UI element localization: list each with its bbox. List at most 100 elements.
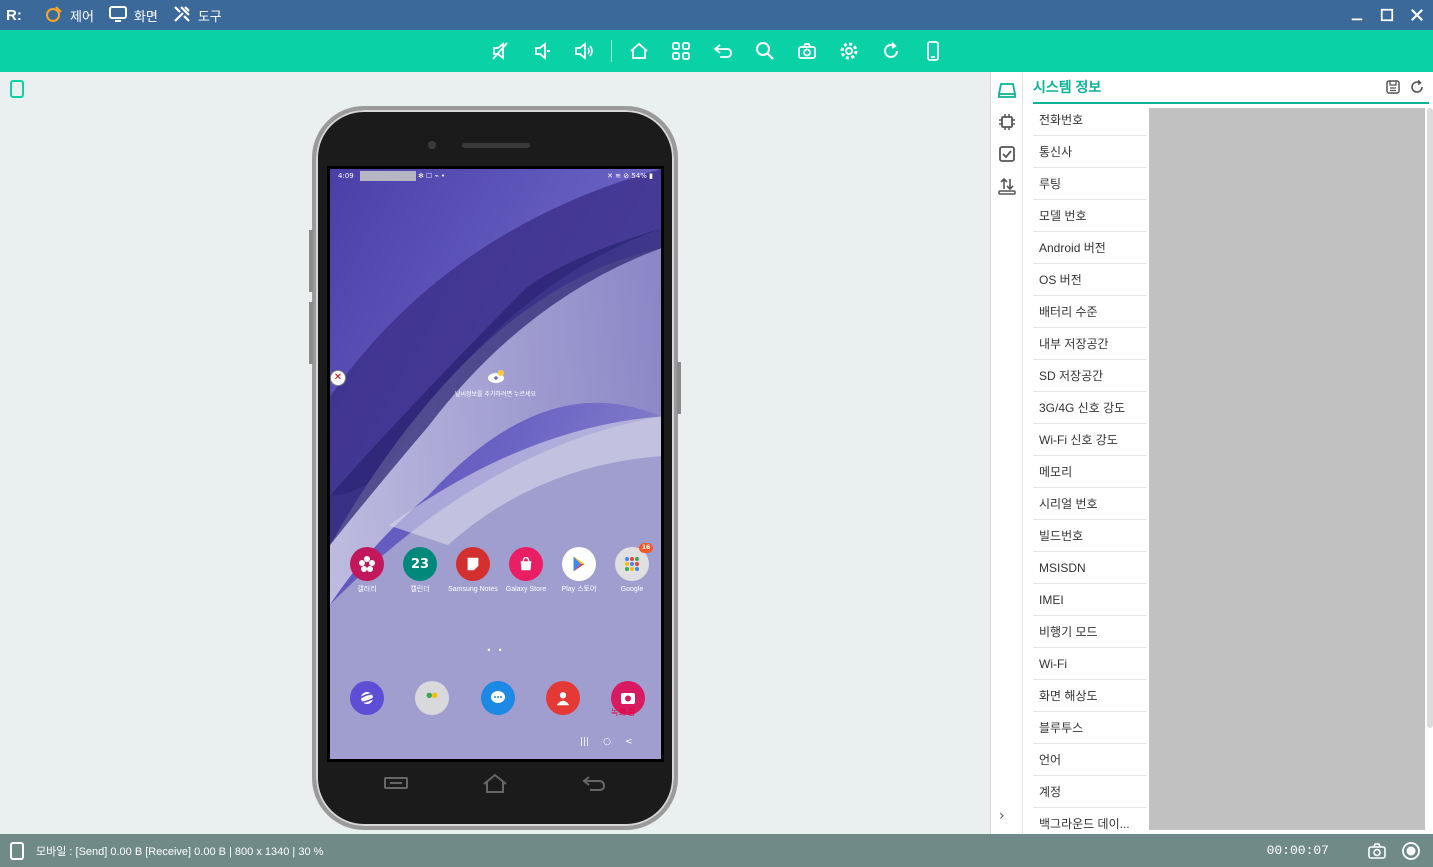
save-icon[interactable] bbox=[1385, 79, 1401, 95]
app-google-folder[interactable]: 16 Google bbox=[607, 543, 657, 595]
info-row[interactable]: 블루투스 bbox=[1033, 712, 1147, 744]
rail-cpu[interactable] bbox=[991, 106, 1023, 138]
phone-screen[interactable]: 4:09 ✻ ☐ ⌁ • ✕ ≋ ⊘ 54% ▮ 날씨정보를 추가하려면 누르세… bbox=[327, 166, 664, 762]
apps-button[interactable] bbox=[660, 30, 702, 72]
panel-header: 시스템 정보 bbox=[1033, 72, 1429, 104]
dock bbox=[350, 681, 645, 715]
close-icon[interactable] bbox=[1409, 7, 1425, 23]
refresh-icon[interactable] bbox=[1409, 79, 1425, 95]
store-bag-icon bbox=[509, 547, 543, 581]
device-frame-button[interactable] bbox=[912, 30, 954, 72]
info-row[interactable]: 내부 저장공간 bbox=[1033, 328, 1147, 360]
rotate-button[interactable] bbox=[870, 30, 912, 72]
info-row[interactable]: 3G/4G 신호 강도 bbox=[1033, 392, 1147, 424]
info-row[interactable]: 언어 bbox=[1033, 744, 1147, 776]
info-row[interactable]: 모델 번호 bbox=[1033, 200, 1147, 232]
menu-screen-label: 화면 bbox=[133, 8, 158, 24]
app-samsung-notes[interactable]: Samsung Notes bbox=[448, 547, 498, 595]
redacted-block bbox=[359, 171, 416, 181]
transfer-icon bbox=[998, 177, 1016, 195]
control-icon bbox=[44, 4, 64, 27]
calendar-date: 23 bbox=[410, 556, 430, 572]
app-calendar[interactable]: 23 캘린더 bbox=[395, 547, 445, 595]
weather-cloud-icon bbox=[486, 369, 506, 383]
vertical-scrollbar[interactable] bbox=[1427, 108, 1433, 728]
back-hw-icon[interactable] bbox=[580, 772, 608, 794]
app-label: 갤러리 bbox=[357, 586, 377, 593]
calendar-icon: 23 bbox=[403, 547, 437, 581]
app-logo: R: bbox=[6, 6, 22, 24]
session-timer: 00:00:07 bbox=[1266, 843, 1329, 858]
app-galaxy-store[interactable]: Galaxy Store bbox=[501, 547, 551, 595]
weather-text: 날씨정보를 추가하려면 누르세요 bbox=[454, 391, 537, 398]
info-row[interactable]: Wi-Fi 신호 강도 bbox=[1033, 424, 1147, 456]
rail-checklist[interactable] bbox=[991, 138, 1023, 170]
volume-down-button[interactable] bbox=[521, 30, 563, 72]
app-label: Play 스토어 bbox=[561, 586, 597, 593]
info-row[interactable]: 메모리 bbox=[1033, 456, 1147, 488]
search-button[interactable] bbox=[744, 30, 786, 72]
info-row[interactable]: 시리얼 번호 bbox=[1033, 488, 1147, 520]
mute-button[interactable] bbox=[479, 30, 521, 72]
internet-icon[interactable] bbox=[350, 681, 384, 715]
panel-icon-rail: › bbox=[991, 72, 1023, 834]
info-row[interactable]: OS 버전 bbox=[1033, 264, 1147, 296]
rail-transfer[interactable] bbox=[991, 170, 1023, 202]
app-play-store[interactable]: Play 스토어 bbox=[554, 547, 604, 595]
info-row[interactable]: 배터리 수준 bbox=[1033, 296, 1147, 328]
info-row[interactable]: 통신사 bbox=[1033, 136, 1147, 168]
screen-icon bbox=[108, 4, 128, 27]
volume-up-button[interactable] bbox=[563, 30, 605, 72]
menu-tools[interactable]: 도구 bbox=[172, 4, 222, 27]
volume-side-button bbox=[309, 230, 313, 292]
back-chevron-icon[interactable]: < bbox=[625, 737, 633, 747]
home-hw-icon[interactable] bbox=[481, 772, 509, 794]
app-gallery[interactable]: 갤러리 bbox=[342, 547, 392, 595]
info-row[interactable]: Android 버전 bbox=[1033, 232, 1147, 264]
settings-button[interactable] bbox=[828, 30, 870, 72]
chip-icon bbox=[999, 114, 1015, 130]
info-row[interactable]: 화면 해상도 bbox=[1033, 680, 1147, 712]
maximize-icon[interactable] bbox=[1379, 7, 1395, 23]
menu-control[interactable]: 제어 bbox=[44, 4, 94, 27]
earpiece bbox=[462, 143, 530, 148]
recent-apps-icon[interactable]: ||| bbox=[580, 737, 589, 747]
info-row[interactable]: Wi-Fi bbox=[1033, 648, 1147, 680]
camera-icon[interactable] bbox=[1367, 841, 1387, 861]
floating-close-button[interactable]: ✕ bbox=[330, 370, 346, 386]
info-row[interactable]: SD 저장공간 bbox=[1033, 360, 1147, 392]
title-bar: R: 제어 화면 도구 bbox=[0, 0, 1433, 30]
menu-screen[interactable]: 화면 bbox=[108, 4, 158, 27]
phone-frame: 4:09 ✻ ☐ ⌁ • ✕ ≋ ⊘ 54% ▮ 날씨정보를 추가하려면 누르세… bbox=[309, 106, 681, 830]
screenshot-button[interactable] bbox=[786, 30, 828, 72]
info-row[interactable]: 루팅 bbox=[1033, 168, 1147, 200]
rail-system-info[interactable] bbox=[991, 74, 1023, 106]
home-circle-icon[interactable]: ○ bbox=[603, 737, 611, 747]
drive-icon bbox=[998, 83, 1016, 98]
toolbar-separator bbox=[611, 40, 612, 62]
menu-hw-icon[interactable] bbox=[382, 772, 410, 794]
notification-badge: 16 bbox=[639, 543, 653, 553]
messages-icon[interactable] bbox=[480, 681, 515, 715]
minimize-icon[interactable] bbox=[1349, 7, 1365, 23]
refresh-icon bbox=[884, 42, 898, 58]
info-row[interactable]: 비행기 모드 bbox=[1033, 616, 1147, 648]
home-button[interactable] bbox=[618, 30, 660, 72]
device-list-icon[interactable] bbox=[10, 80, 24, 98]
info-row[interactable]: MSISDN bbox=[1033, 552, 1147, 584]
phone-status-bar: 4:09 ✻ ☐ ⌁ • ✕ ≋ ⊘ 54% ▮ bbox=[338, 171, 653, 181]
info-row[interactable]: 계정 bbox=[1033, 776, 1147, 808]
info-row[interactable]: 빌드번호 bbox=[1033, 520, 1147, 552]
menu-control-label: 제어 bbox=[70, 8, 94, 24]
info-row[interactable]: 백그라운드 데이... bbox=[1033, 808, 1147, 834]
panel-title: 시스템 정보 bbox=[1033, 79, 1102, 95]
info-row[interactable]: 전화번호 bbox=[1033, 104, 1147, 136]
record-icon[interactable] bbox=[1401, 841, 1421, 861]
contacts-icon[interactable] bbox=[545, 681, 580, 715]
back-button[interactable] bbox=[702, 30, 744, 72]
weather-widget[interactable]: 날씨정보를 추가하려면 누르세요 bbox=[330, 369, 661, 398]
chevron-right-icon[interactable]: › bbox=[999, 808, 1005, 824]
folder-icon[interactable] bbox=[415, 681, 450, 715]
info-row[interactable]: IMEI bbox=[1033, 584, 1147, 616]
mute-icon bbox=[492, 42, 508, 60]
